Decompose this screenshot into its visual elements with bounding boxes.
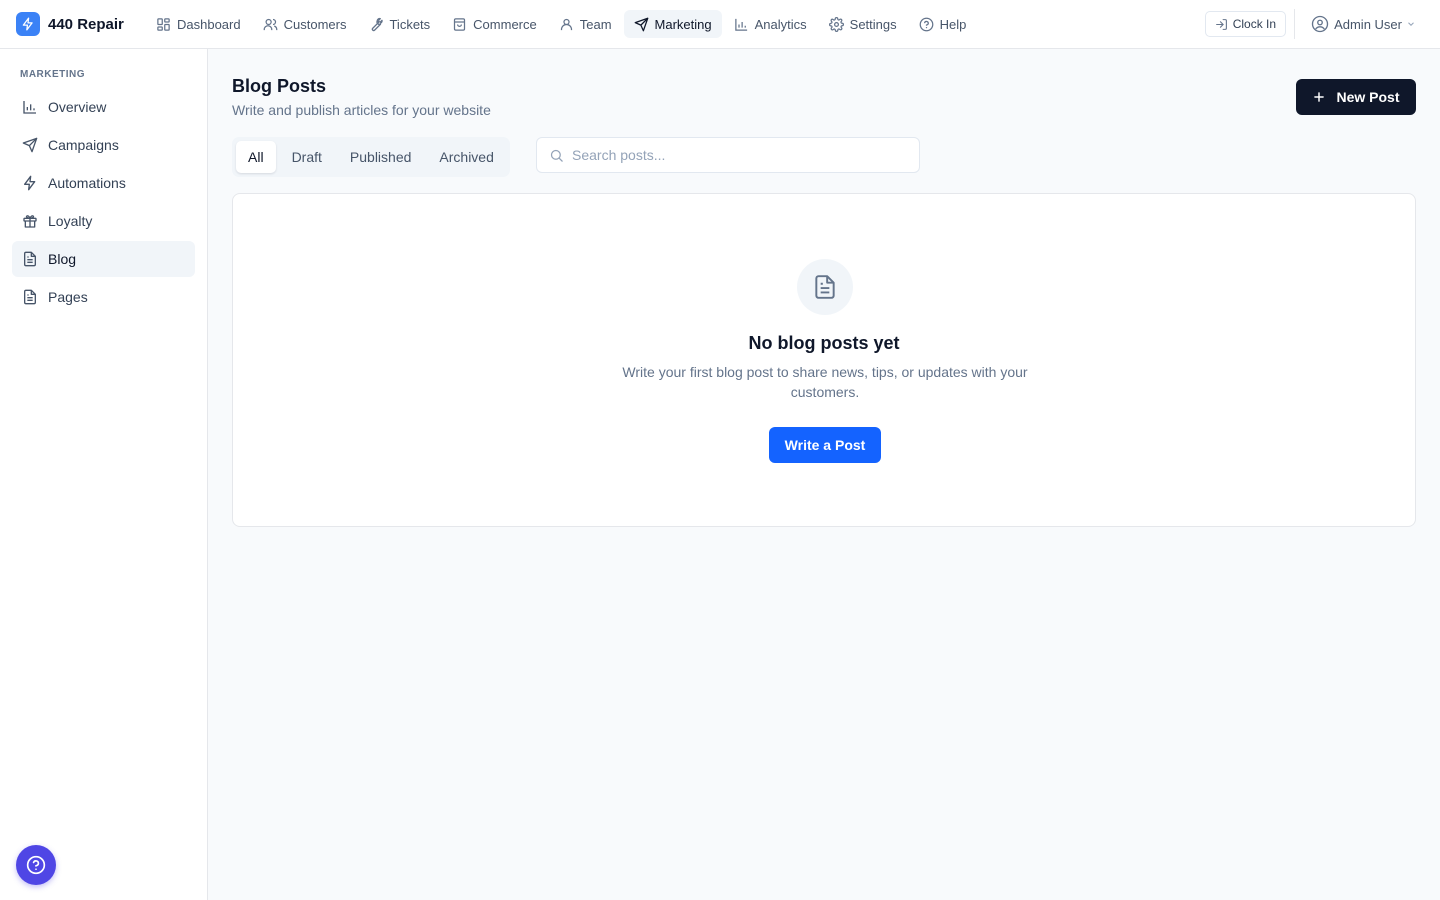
search-input[interactable] xyxy=(572,147,902,163)
page-subtitle: Write and publish articles for your webs… xyxy=(232,102,491,118)
nav-item-tickets[interactable]: Tickets xyxy=(358,10,440,38)
document-icon xyxy=(22,289,38,305)
sidebar-item-label: Loyalty xyxy=(48,213,93,229)
search-box xyxy=(536,137,920,173)
sidebar-item-loyalty[interactable]: Loyalty xyxy=(12,203,195,239)
sidebar-item-label: Pages xyxy=(48,289,88,305)
nav-item-customers[interactable]: Customers xyxy=(253,10,357,38)
sidebar-item-overview[interactable]: Overview xyxy=(12,89,195,125)
brand-name: 440 Repair xyxy=(48,15,124,33)
sidebar-item-label: Automations xyxy=(48,175,126,191)
divider xyxy=(1294,9,1296,39)
nav-item-label: Settings xyxy=(849,16,897,32)
document-icon xyxy=(22,251,38,267)
help-button[interactable] xyxy=(16,845,56,885)
user-circle-icon xyxy=(1311,15,1329,33)
sidebar-item-label: Campaigns xyxy=(48,137,119,153)
tab-all[interactable]: All xyxy=(236,141,276,173)
sidebar-item-label: Overview xyxy=(48,99,107,115)
log-in-icon xyxy=(1215,18,1228,31)
gear-icon xyxy=(828,16,844,32)
bolt-icon xyxy=(22,175,38,191)
nav-item-label: Help xyxy=(939,16,967,32)
chevron-down-icon xyxy=(1406,19,1416,29)
sidebar-item-automations[interactable]: Automations xyxy=(12,165,195,201)
user-icon xyxy=(559,17,574,32)
new-post-button[interactable]: New Post xyxy=(1296,79,1416,115)
user-menu[interactable]: Admin User xyxy=(1311,15,1416,33)
nav-item-label: Marketing xyxy=(654,16,712,32)
sidebar-item-blog[interactable]: Blog xyxy=(12,241,195,277)
brand[interactable]: 440 Repair xyxy=(0,12,146,36)
main-nav: Dashboard Customers Tickets Commerce Tea… xyxy=(146,10,976,38)
tab-draft[interactable]: Draft xyxy=(280,141,334,173)
top-navigation-bar: 440 Repair Dashboard Customers Tickets C… xyxy=(0,0,1440,49)
clock-in-button[interactable]: Clock In xyxy=(1204,11,1287,37)
nav-item-settings[interactable]: Settings xyxy=(819,10,907,38)
tab-published[interactable]: Published xyxy=(338,141,424,173)
sidebar-heading: MARKETING xyxy=(20,69,86,80)
shopping-bag-icon xyxy=(452,17,467,32)
nav-item-label: Analytics xyxy=(754,16,807,32)
nav-item-label: Team xyxy=(579,16,612,32)
nav-item-label: Commerce xyxy=(473,16,537,32)
grid-icon xyxy=(156,17,171,32)
sidebar-item-campaigns[interactable]: Campaigns xyxy=(12,127,195,163)
nav-item-label: Tickets xyxy=(389,16,431,32)
plus-icon xyxy=(1312,90,1326,104)
tab-archived[interactable]: Archived xyxy=(427,141,505,173)
document-icon xyxy=(797,259,853,315)
empty-state-title: No blog posts yet xyxy=(748,333,900,353)
sidebar: MARKETING Overview Campaigns Automations… xyxy=(0,49,208,900)
gift-icon xyxy=(22,213,38,229)
nav-item-team[interactable]: Team xyxy=(549,10,622,38)
sidebar-list: Overview Campaigns Automations Loyalty B… xyxy=(12,89,195,317)
top-right-actions: Clock In Admin User xyxy=(1204,0,1416,48)
empty-state-card: No blog posts yet Write your first blog … xyxy=(232,193,1416,527)
search-icon xyxy=(549,148,564,163)
write-post-button[interactable]: Write a Post xyxy=(769,427,881,463)
help-circle-icon xyxy=(26,855,46,875)
empty-state-text: Write your first blog post to share news… xyxy=(622,364,1028,400)
status-tabs: All Draft Published Archived xyxy=(232,137,510,177)
sidebar-item-label: Blog xyxy=(48,251,77,267)
bolt-icon xyxy=(16,12,40,36)
nav-item-label: Customers xyxy=(283,16,347,32)
new-post-label: New Post xyxy=(1336,89,1400,105)
bar-chart-icon xyxy=(734,17,749,32)
nav-item-commerce[interactable]: Commerce xyxy=(442,10,547,38)
sidebar-item-pages[interactable]: Pages xyxy=(12,279,195,315)
nav-item-analytics[interactable]: Analytics xyxy=(724,10,817,38)
page-title: Blog Posts xyxy=(232,76,327,96)
clock-in-label: Clock In xyxy=(1232,17,1277,31)
nav-item-dashboard[interactable]: Dashboard xyxy=(146,10,251,38)
send-icon xyxy=(22,137,38,153)
nav-item-help[interactable]: Help xyxy=(909,10,977,38)
nav-item-marketing[interactable]: Marketing xyxy=(623,10,722,38)
nav-item-label: Dashboard xyxy=(177,16,241,32)
wrench-icon xyxy=(368,17,384,32)
user-name: Admin User xyxy=(1334,16,1402,32)
users-icon xyxy=(263,17,278,32)
send-icon xyxy=(634,17,649,32)
bar-chart-icon xyxy=(22,99,38,115)
help-circle-icon xyxy=(919,17,934,32)
